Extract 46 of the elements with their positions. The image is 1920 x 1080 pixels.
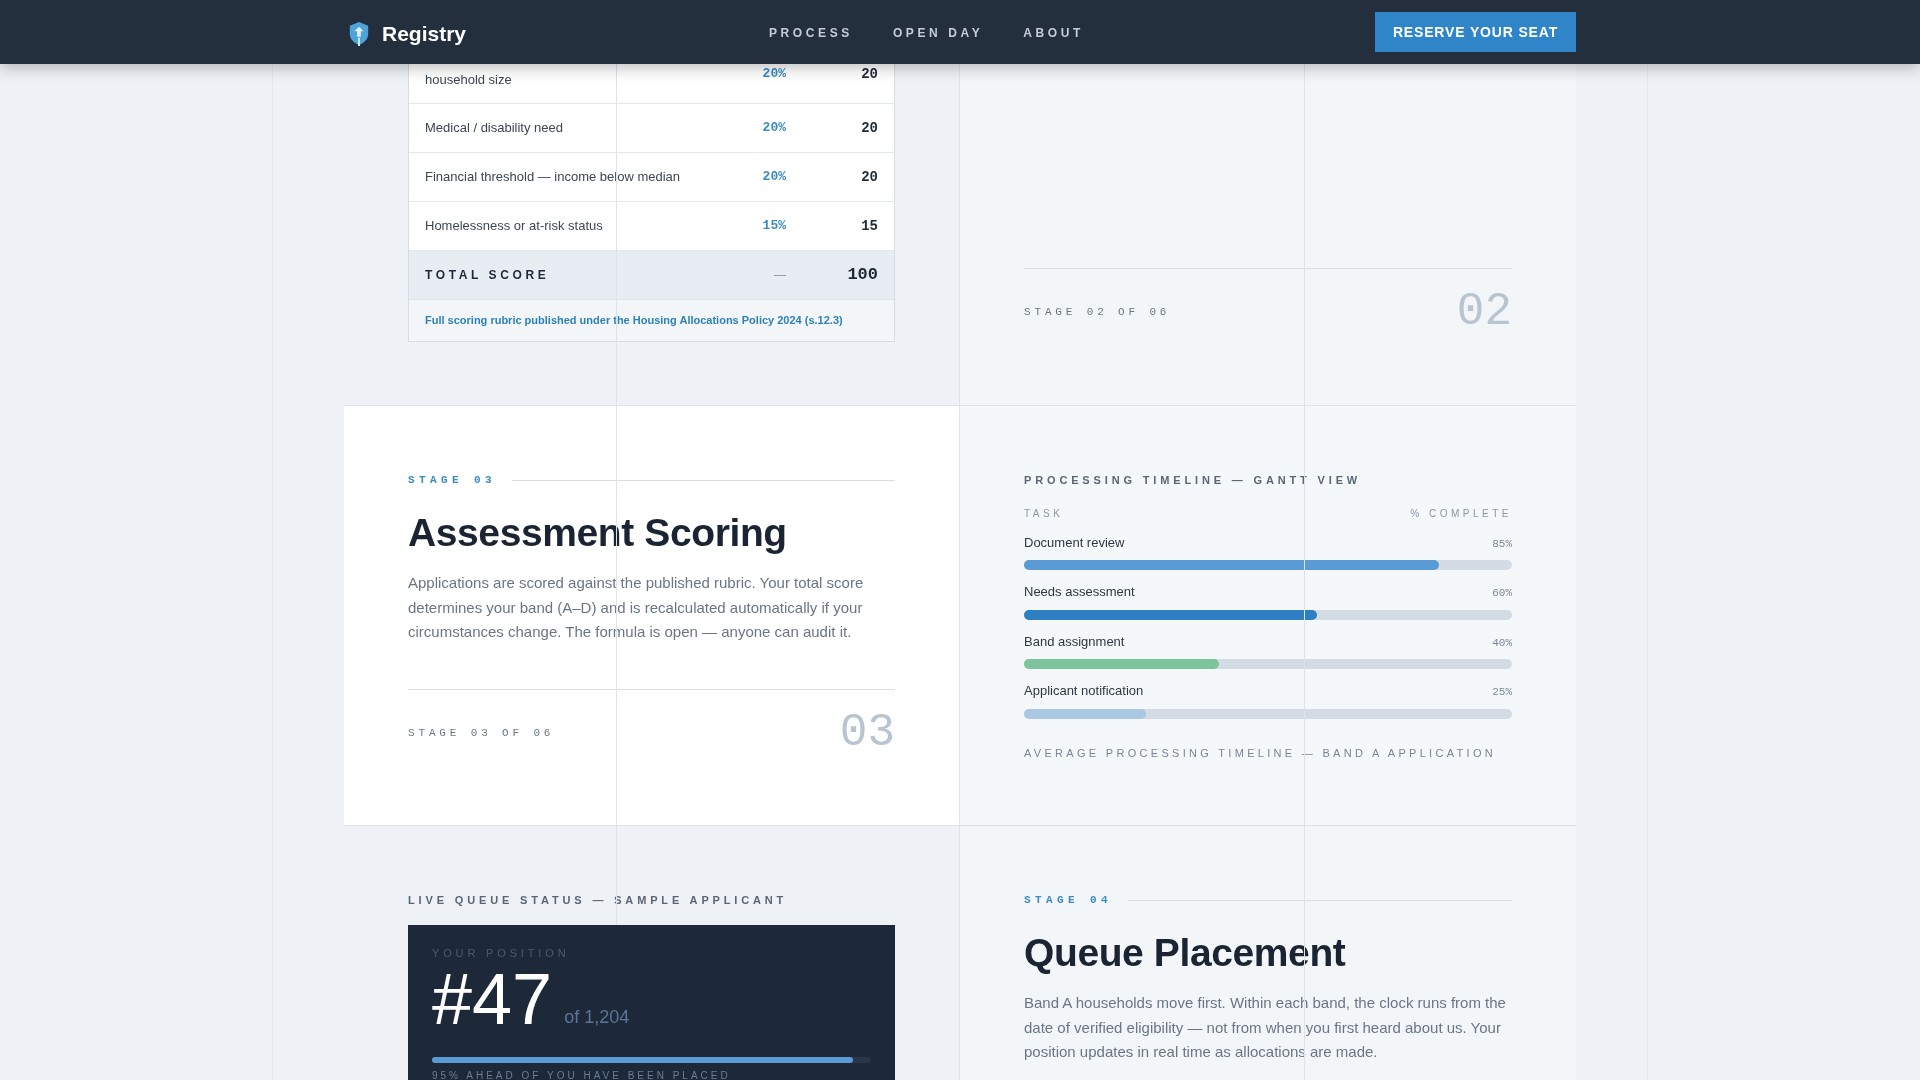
section-description: Applications are scored against the published rubric. Your total score determines your band (A–D) and is recalculated automatically if your circumstances change. The formula is open — anyone can audit it.: [408, 573, 865, 643]
nav-link[interactable]: ABOUT: [1023, 24, 1084, 42]
nav-link[interactable]: OPEN DAY: [892, 24, 984, 42]
queue-position: #47: [432, 963, 553, 1035]
percent-label: 60%: [1492, 586, 1512, 601]
reserve-seat-button[interactable]: RESERVE YOUR SEAT: [1375, 12, 1576, 52]
stage-counter: STAGE 03 OF 06: [408, 725, 555, 741]
queue-total: of 1,204: [564, 1006, 630, 1029]
section-heading: Queue Placement: [1024, 929, 1347, 976]
weight-cell-text: 20%: [761, 65, 786, 83]
stage-counter: STAGE 02 OF 06: [1024, 304, 1171, 320]
task-name: Needs assessment: [1024, 583, 1135, 601]
points-cell-text: 15: [860, 216, 878, 236]
stage-label: STAGE 04: [1024, 893, 1112, 908]
percent-label: 85%: [1492, 536, 1512, 552]
stage-number: 03: [839, 709, 895, 756]
percent-label: 25%: [1492, 685, 1512, 700]
brand-name[interactable]: Registry: [382, 18, 467, 50]
task-name: Applicant notification: [1024, 682, 1144, 700]
total-label: TOTAL SCORE: [425, 267, 551, 284]
weight-cell-text: 15%: [761, 217, 786, 236]
criterion-cell-text: Financial threshold — income below median: [425, 168, 682, 187]
points-cell-text: 20: [860, 65, 878, 84]
section-description: Band A households move first. Within each band, the clock runs from the date of verified eligibility — not from when you first heard about us. Your position updates in real time as allocations are made.: [1024, 993, 1507, 1063]
shield-logo-icon: [348, 20, 370, 47]
criterion-cell-text: Homelessness or at-risk status: [425, 217, 604, 236]
weight-cell-text: —: [773, 267, 786, 284]
stage-number: 02: [1456, 289, 1512, 335]
points-cell-text: 20: [860, 167, 878, 187]
column-header: TASK: [1024, 506, 1064, 521]
criterion-cell-text: household size: [425, 71, 513, 89]
task-name: Document review: [1024, 533, 1125, 552]
section-heading: Assessment Scoring: [408, 509, 788, 556]
stage-label: STAGE 03: [408, 473, 496, 488]
percent-label: 40%: [1492, 635, 1512, 651]
points-cell-text: 20: [860, 118, 878, 138]
criterion-cell-text: Medical / disability need: [425, 119, 565, 138]
nav-link[interactable]: PROCESS: [769, 24, 853, 42]
queue-status-title: LIVE QUEUE STATUS — SAMPLE APPLICANT: [408, 893, 789, 908]
task-name: Band assignment: [1024, 632, 1125, 651]
weight-cell-text: 20%: [761, 168, 786, 187]
column-header: % COMPLETE: [1410, 506, 1512, 521]
queue-caption: 95% AHEAD OF YOU HAVE BEEN PLACED: [432, 1069, 732, 1080]
total-points: 100: [846, 264, 878, 287]
weight-cell-text: 20%: [761, 119, 786, 138]
timeline-title: PROCESSING TIMELINE — GANTT VIEW: [1024, 473, 1363, 488]
